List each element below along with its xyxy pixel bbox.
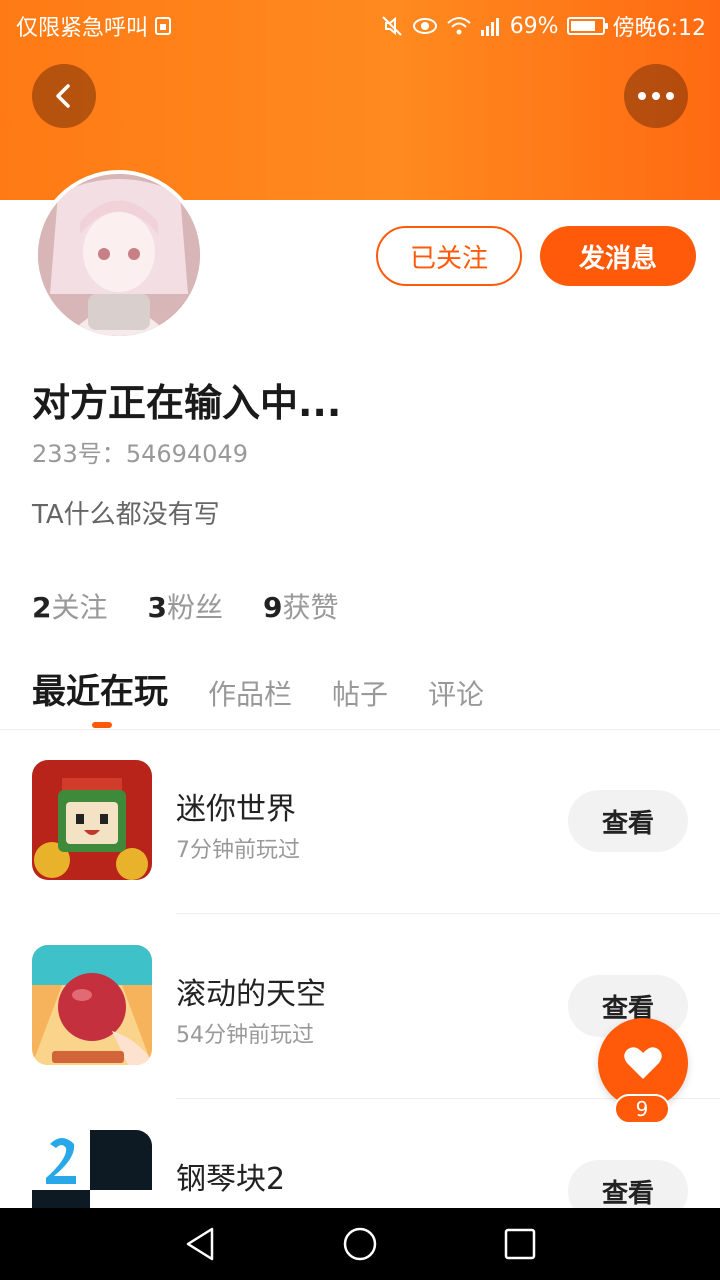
tab-posts[interactable]: 帖子 [332,673,388,713]
chevron-left-icon [56,84,70,108]
game-name: 钢琴块2 [176,1162,286,1197]
send-message-button[interactable]: 发消息 [540,226,696,286]
profile-stats: 2关注 3粉丝 9获赞 [32,586,339,626]
triangle-back-icon [186,1227,214,1261]
tab-recently-played[interactable]: 最近在玩 [32,664,168,713]
mute-icon [380,14,404,38]
stat-label: 粉丝 [166,591,223,624]
nav-home-button[interactable] [342,1226,378,1262]
system-navigation-bar [0,1208,720,1280]
game-name: 迷你世界 [176,792,296,827]
username: 对方正在输入中... [32,381,342,425]
active-tab-indicator [92,722,112,728]
nav-back-button[interactable] [182,1226,218,1262]
circle-home-icon [343,1227,377,1261]
eye-comfort-icon [412,16,438,36]
more-dots-icon [638,92,674,100]
back-button[interactable] [32,64,96,128]
rolling-sky-game-icon [32,945,152,1065]
view-game-button[interactable]: 查看 [568,790,688,852]
battery-percent: 69% [509,13,559,39]
follow-button[interactable]: 已关注 [376,226,522,286]
row-divider [176,913,720,914]
clock: 傍晚6:12 [612,16,706,41]
avatar[interactable] [34,170,204,340]
stat-likes[interactable]: 9获赞 [263,586,339,626]
anime-girl-avatar-image [38,174,200,336]
stat-following[interactable]: 2关注 [32,586,108,626]
carrier-text: 仅限紧急呼叫 [16,16,149,41]
profile-tabs: 最近在玩 作品栏 帖子 评论 [32,664,484,713]
sim-card-icon [154,16,172,36]
stat-label: 获赞 [282,591,339,624]
signal-icon [480,15,502,37]
user-id-value: 54694049 [125,440,248,468]
stat-label: 关注 [51,591,108,624]
stat-count: 9 [263,591,283,624]
stat-count: 3 [147,591,167,624]
stat-followers[interactable]: 3粉丝 [148,586,224,626]
mini-world-game-icon [32,760,152,880]
like-count-badge: 9 [614,1094,670,1124]
game-name: 滚动的天空 [176,977,326,1012]
heart-icon [624,1047,662,1079]
user-id: 233号：54694049 [32,434,248,469]
status-bar: 仅限紧急呼叫 69% 傍晚6:12 [0,0,720,50]
user-id-label: 233号： [32,440,126,468]
game-last-played: 54分钟前玩过 [176,1023,314,1048]
game-list-item[interactable]: 迷你世界 7分钟前玩过 查看 [0,730,720,914]
tab-works[interactable]: 作品栏 [208,673,292,713]
battery-icon [566,17,608,35]
bio: TA什么都没有写 [32,500,220,530]
stat-count: 2 [32,591,52,624]
nav-recents-button[interactable] [502,1226,538,1262]
wifi-icon [446,15,472,37]
more-options-button[interactable] [624,64,688,128]
tab-comments[interactable]: 评论 [428,673,484,713]
square-recents-icon [504,1228,536,1260]
game-last-played: 7分钟前玩过 [176,838,300,863]
